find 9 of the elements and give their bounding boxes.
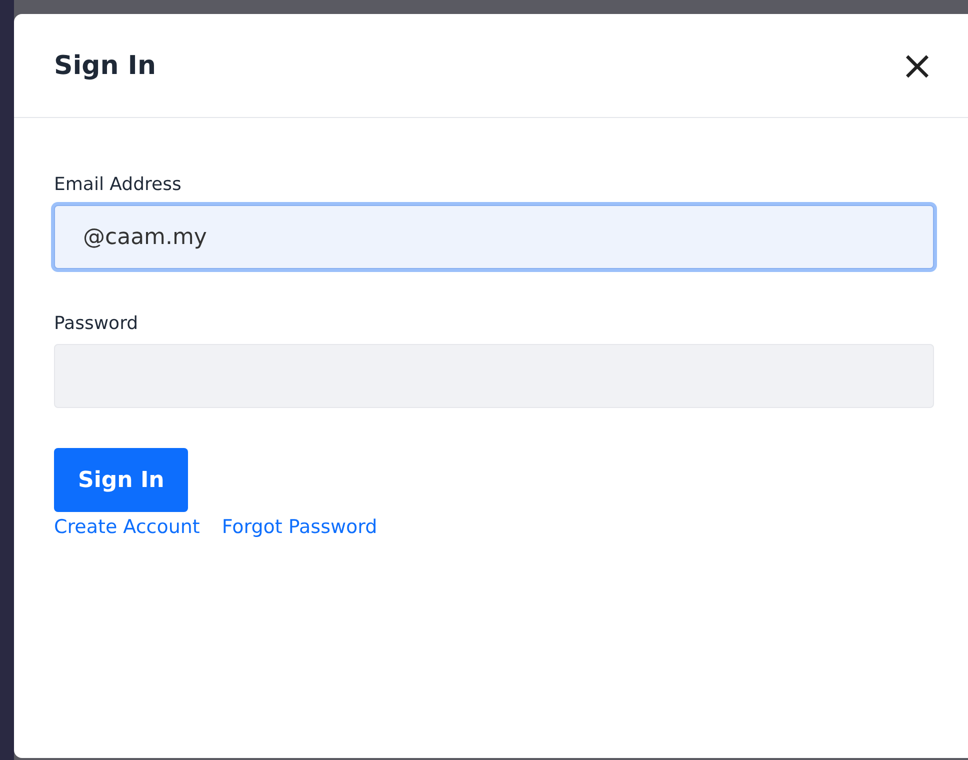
sign-in-button[interactable]: Sign In [54, 448, 188, 512]
password-field[interactable] [54, 344, 934, 408]
email-field[interactable]: @caam.my [54, 205, 934, 269]
close-button[interactable]: × [892, 46, 942, 86]
link[interactable]: Create Account [54, 516, 200, 538]
field-label: Password [54, 313, 138, 334]
dialog-title: Sign In [54, 50, 156, 80]
field-label: Email Address [54, 174, 182, 195]
link[interactable]: Forgot Password [222, 516, 378, 538]
